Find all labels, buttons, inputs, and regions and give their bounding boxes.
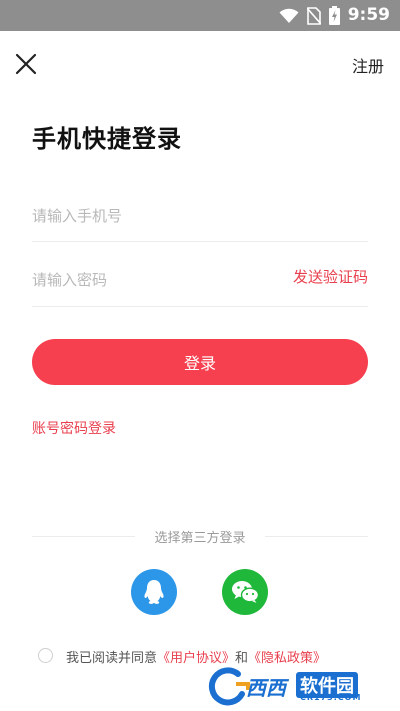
status-time: 9:59: [347, 5, 390, 25]
close-icon: [15, 53, 37, 75]
agreement-prefix: 我已阅读并同意: [66, 651, 158, 666]
phone-input[interactable]: [32, 190, 368, 242]
close-button[interactable]: [14, 52, 38, 76]
watermark-brand: 西西: [246, 676, 286, 700]
status-bar: 9:59: [0, 0, 400, 31]
watermark: 西西 软件园 CR173.COM: [208, 666, 388, 706]
send-code-button[interactable]: 发送验证码: [293, 266, 368, 287]
agreement-text: 我已阅读并同意《用户协议》和《隐私政策》: [66, 647, 326, 666]
wifi-icon: [279, 8, 299, 23]
qq-icon: [144, 580, 164, 604]
register-link[interactable]: 注册: [352, 53, 384, 77]
user-agreement-link[interactable]: 《用户协议》: [157, 651, 235, 666]
wechat-login-button[interactable]: [222, 569, 268, 615]
watermark-logo-icon: [208, 667, 250, 706]
battery-charging-icon: [328, 6, 340, 25]
no-sim-icon: [306, 6, 321, 25]
privacy-policy-link[interactable]: 《隐私政策》: [248, 651, 326, 666]
page-title: 手机快捷登录: [32, 125, 182, 153]
agreement-and: 和: [235, 651, 249, 666]
password-input[interactable]: [32, 254, 272, 306]
divider-right: [265, 536, 368, 537]
wechat-icon: [232, 581, 259, 603]
input-divider: [32, 306, 368, 307]
login-button[interactable]: 登录: [32, 339, 368, 385]
qq-login-button[interactable]: [131, 569, 177, 615]
password-login-link[interactable]: 账号密码登录: [32, 418, 116, 438]
watermark-url: CR173.COM: [300, 693, 362, 702]
status-icons: 9:59: [279, 4, 390, 27]
agreement-checkbox[interactable]: [38, 648, 53, 663]
